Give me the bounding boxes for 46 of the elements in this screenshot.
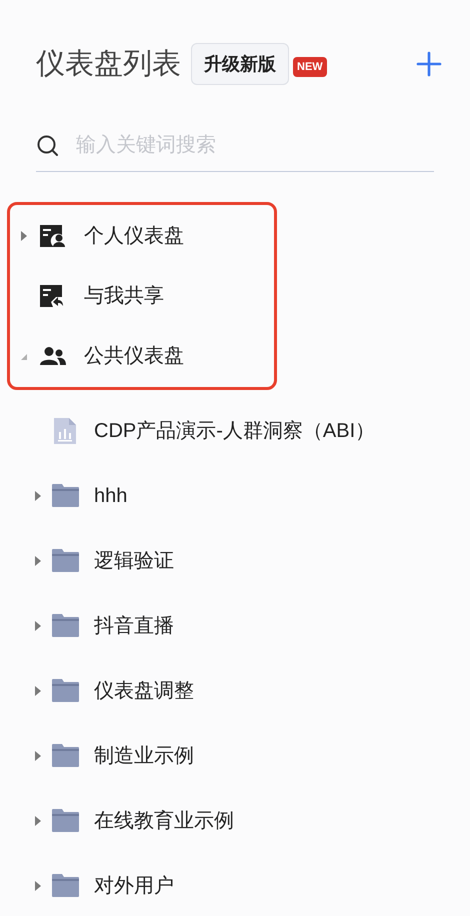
- tree-item[interactable]: 公共仪表盘: [10, 326, 274, 386]
- caret-right-icon[interactable]: [20, 231, 28, 241]
- tree-item[interactable]: 在线教育业示例: [0, 788, 470, 853]
- folder-icon: [52, 484, 78, 507]
- tree-item[interactable]: 逻辑验证: [0, 528, 470, 593]
- tree-item-label: 逻辑验证: [94, 548, 174, 574]
- folder-icon: [52, 809, 78, 832]
- caret-right-icon[interactable]: [34, 620, 42, 630]
- caret-right-icon[interactable]: [34, 880, 42, 890]
- tree-item[interactable]: 个人仪表盘: [10, 206, 274, 266]
- tree-item-label: 个人仪表盘: [84, 224, 184, 249]
- folder-icon: [52, 614, 78, 637]
- search-icon: [36, 134, 60, 158]
- folder-icon: [52, 874, 78, 897]
- shared-card-icon: [40, 285, 66, 307]
- tree-item-label: 在线教育业示例: [94, 808, 234, 834]
- folder-icon: [52, 744, 78, 767]
- tree-item[interactable]: 抖音直播: [0, 593, 470, 658]
- tree-item[interactable]: 仪表盘调整: [0, 658, 470, 723]
- tree-item[interactable]: 制造业示例: [0, 723, 470, 788]
- tree-item-label: 仪表盘调整: [94, 678, 194, 704]
- tree-item[interactable]: hhh: [0, 463, 470, 528]
- tree-item-label: 对外用户: [94, 874, 174, 898]
- tree-item[interactable]: 与我共享: [10, 266, 274, 326]
- tree-item-label: 与我共享: [84, 284, 164, 309]
- add-icon[interactable]: [416, 51, 442, 77]
- tree-item-label: CDP产品演示-人群洞察（ABI）: [94, 418, 376, 444]
- tree-item-label: 抖音直播: [94, 614, 174, 638]
- caret-right-icon[interactable]: [34, 686, 42, 696]
- tree-item[interactable]: CDP产品演示-人群洞察（ABI）: [0, 398, 470, 463]
- tree-item-label: hhh: [94, 484, 128, 508]
- tree-item-label: 制造业示例: [94, 744, 194, 768]
- chart-document-icon: [54, 418, 76, 444]
- caret-right-icon[interactable]: [34, 816, 42, 826]
- tree-item[interactable]: 对外用户: [0, 853, 470, 916]
- new-badge: NEW: [293, 57, 327, 77]
- folder-icon: [52, 549, 78, 572]
- people-icon: [40, 347, 66, 365]
- folder-icon: [52, 679, 78, 702]
- caret-right-icon[interactable]: [34, 490, 42, 500]
- upgrade-button[interactable]: 升级新版: [191, 43, 289, 85]
- caret-right-icon[interactable]: [34, 556, 42, 566]
- tree-item-label: 公共仪表盘: [84, 344, 184, 369]
- page-title: 仪表盘列表: [36, 50, 181, 78]
- caret-right-icon[interactable]: [34, 750, 42, 760]
- person-card-icon: [40, 225, 66, 247]
